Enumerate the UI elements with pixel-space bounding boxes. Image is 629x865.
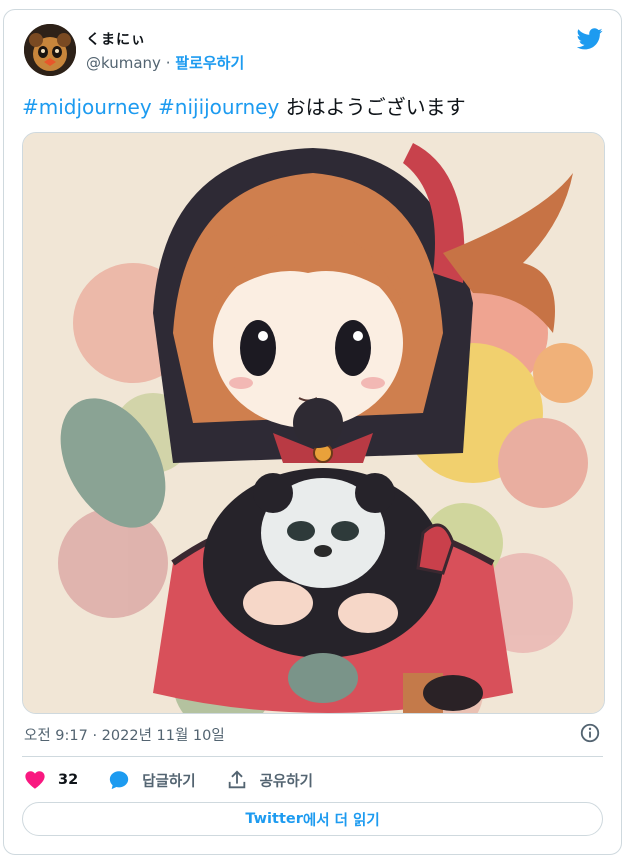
follow-link[interactable]: 팔로우하기 (175, 54, 244, 72)
share-label: 공유하기 (259, 773, 313, 790)
hashtag-midjourney[interactable]: #midjourney (22, 95, 152, 119)
info-icon[interactable] (579, 722, 601, 744)
like-button[interactable]: 32 (24, 769, 78, 791)
tweet-body-text: おはようございます (285, 95, 466, 119)
tweet-text: #midjourney #nijijourney おはようございます (22, 91, 466, 120)
read-more-suffix: 에서 더 읽기 (302, 812, 380, 829)
avatar-image (24, 24, 76, 76)
hashtag-nijijourney[interactable]: #nijijourney (158, 95, 279, 119)
tweet-embed-card: くまにぃ @kumany · 팔로우하기 #midjourney #nijijo… (3, 9, 622, 855)
author-display-name[interactable]: くまにぃ (86, 29, 146, 49)
like-count: 32 (58, 772, 79, 788)
tweet-timestamp[interactable]: 오전 9:17 · 2022년 11월 10일 (24, 724, 225, 745)
author-handle[interactable]: @kumany (86, 54, 161, 72)
share-button[interactable]: 공유하기 (226, 769, 313, 791)
tweet-image[interactable] (22, 132, 605, 714)
read-more-brand: Twitter (245, 811, 303, 827)
reply-label: 답글하기 (142, 773, 196, 790)
action-bar: 32 답글하기 공유하기 (24, 768, 343, 792)
divider (22, 756, 603, 757)
twitter-bird-icon[interactable] (577, 28, 603, 50)
reply-bubble-icon (110, 771, 129, 790)
avatar[interactable] (24, 24, 76, 76)
heart-icon (25, 771, 45, 789)
anime-girl-illustration (23, 133, 604, 713)
share-icon (228, 770, 245, 789)
reply-button[interactable]: 답글하기 (108, 769, 196, 791)
author-handle-row: @kumany · 팔로우하기 (86, 52, 244, 73)
read-more-on-twitter-button[interactable]: Twitter 에서 더 읽기 (22, 802, 603, 836)
separator-dot: · (165, 54, 171, 72)
